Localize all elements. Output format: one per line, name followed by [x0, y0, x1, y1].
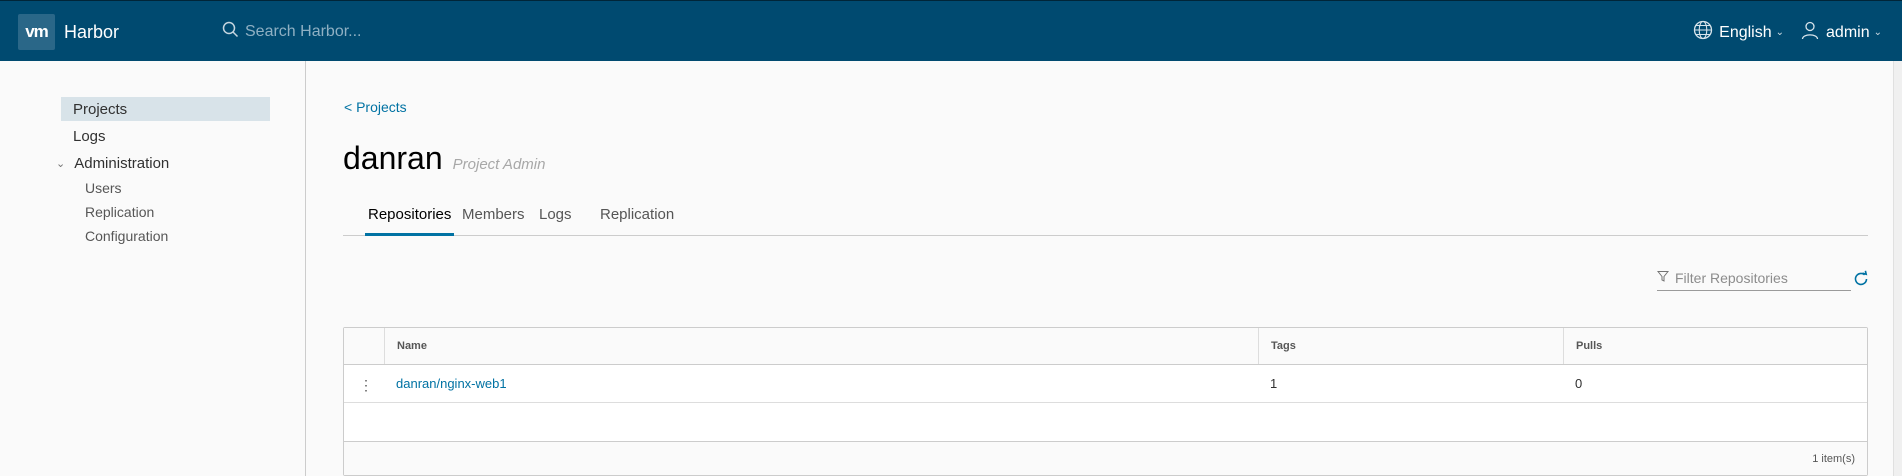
tab-members[interactable]: Members	[462, 206, 525, 236]
brand-name: Harbor	[64, 21, 120, 42]
main-content: < Projects danran Project Admin Reposito…	[307, 61, 1902, 476]
column-header-name[interactable]: Name	[384, 328, 1258, 364]
more-vertical-icon[interactable]: ⋮	[359, 377, 373, 394]
filter-repositories-input[interactable]	[1675, 270, 1845, 286]
tags-count: 1	[1270, 376, 1278, 391]
user-icon	[1800, 20, 1820, 45]
user-name: admin	[1826, 23, 1870, 41]
user-dropdown[interactable]: admin ⌄	[1800, 20, 1882, 45]
sidebar: Projects Logs ⌄ Administration Users Rep…	[0, 61, 306, 476]
table-footer: 1 item(s)	[344, 441, 1867, 475]
project-tabs: Repositories Members Logs Replication	[343, 206, 1868, 236]
refresh-icon[interactable]	[1852, 270, 1870, 293]
tab-replication[interactable]: Replication	[600, 206, 674, 236]
column-header-pulls[interactable]: Pulls	[1563, 328, 1869, 364]
sidebar-item-configuration[interactable]: Configuration	[85, 228, 168, 244]
filter-icon	[1656, 269, 1670, 287]
table-header: Name Tags Pulls	[344, 328, 1867, 365]
global-search	[222, 21, 545, 43]
repository-link[interactable]: danran/nginx-web1	[396, 376, 507, 391]
brand[interactable]: vm Harbor	[18, 14, 119, 50]
sidebar-item-users[interactable]: Users	[85, 180, 122, 196]
tab-logs[interactable]: Logs	[539, 206, 572, 236]
table-row: ⋮ danran/nginx-web1 1 0	[344, 365, 1867, 403]
sidebar-item-projects[interactable]: Projects	[61, 97, 270, 121]
page-title: danran	[343, 140, 443, 176]
column-header-tags[interactable]: Tags	[1258, 328, 1563, 364]
vm-logo: vm	[18, 14, 55, 50]
sidebar-item-logs[interactable]: Logs	[73, 128, 106, 145]
chevron-down-icon: ⌄	[1873, 27, 1882, 38]
search-icon	[222, 21, 239, 43]
language-dropdown[interactable]: English ⌄	[1693, 20, 1784, 45]
sidebar-group-label: Administration	[74, 155, 170, 172]
sidebar-item-replication[interactable]: Replication	[85, 204, 154, 220]
tab-repositories[interactable]: Repositories	[365, 206, 455, 236]
pulls-count: 0	[1575, 376, 1583, 391]
role-label: Project Admin	[452, 156, 546, 173]
back-to-projects-link[interactable]: < Projects	[344, 99, 407, 115]
project-header: danran Project Admin	[343, 140, 545, 177]
globe-icon	[1693, 20, 1713, 45]
repositories-table: Name Tags Pulls ⋮ danran/nginx-web1 1 0 …	[343, 327, 1868, 476]
page-scrollbar[interactable]	[1893, 61, 1902, 476]
chevron-down-icon: ⌄	[56, 158, 66, 170]
chevron-down-icon: ⌄	[1775, 27, 1785, 38]
item-count: 1 item(s)	[1812, 453, 1855, 465]
sidebar-group-administration[interactable]: ⌄ Administration	[56, 155, 169, 172]
language-label: English	[1719, 23, 1772, 41]
header-actions: English ⌄ admin ⌄	[1693, 20, 1882, 45]
search-input[interactable]	[245, 23, 545, 41]
filter-box	[1656, 269, 1851, 291]
app-header: vm Harbor English ⌄ admin ⌄	[0, 0, 1902, 61]
